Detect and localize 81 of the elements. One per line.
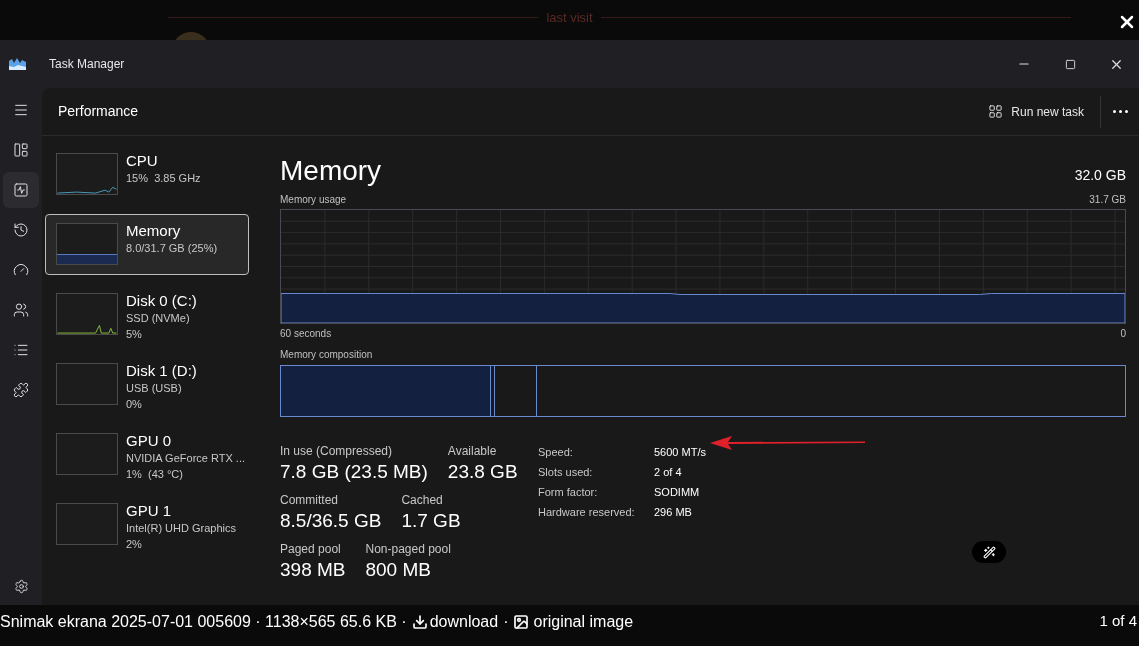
spec-value: 2 of 4 — [654, 464, 682, 480]
device-name: Disk 0 (C:) — [126, 291, 197, 310]
more-icon — [1112, 110, 1128, 113]
stat-value: 398 MB — [280, 558, 346, 582]
grid-icon — [13, 142, 29, 158]
device-detail: SSD (NVMe) — [126, 311, 191, 326]
spec-value: 296 MB — [654, 504, 692, 520]
mini-graph — [56, 503, 118, 545]
spec-value: 5600 MT/s — [654, 444, 706, 460]
device-detail: Intel(R) UHD Graphics — [126, 521, 237, 536]
composition-label: Memory composition — [280, 348, 374, 362]
magic-wand-button[interactable] — [972, 541, 1006, 563]
stat-value: 1.7 GB — [401, 509, 461, 533]
gauge-icon — [13, 262, 29, 278]
mini-graph — [56, 363, 118, 405]
spec-value: SODIMM — [654, 484, 700, 500]
mini-graph — [56, 433, 118, 475]
device-detail: 8.0/31.7 GB (25%) — [126, 241, 218, 256]
separator: · — [503, 612, 509, 632]
stat-label: Non-paged pool — [365, 541, 451, 557]
device-item[interactable]: Memory 8.0/31.7 GB (25%) — [45, 214, 249, 275]
list-icon — [13, 342, 29, 358]
maximize-icon — [1064, 58, 1076, 70]
pulse-icon — [13, 182, 29, 198]
mini-graph — [56, 223, 118, 265]
stat-value: 23.8 GB — [447, 460, 518, 484]
device-detail: 5% — [126, 327, 143, 342]
device-name: Memory — [126, 221, 182, 240]
spec-label: Speed: — [538, 444, 574, 460]
grid-icon — [988, 104, 1004, 119]
graph-label: Memory usage — [280, 193, 347, 207]
download-icon — [411, 614, 428, 630]
app-logo-icon — [9, 58, 26, 70]
spec-label: Hardware reserved: — [538, 504, 636, 520]
device-detail: 0% — [126, 397, 143, 412]
stat-label: Paged pool — [280, 541, 342, 557]
stat-label: Available — [447, 443, 498, 459]
device-detail: NVIDIA GeForce RTX ... — [126, 451, 245, 466]
stat-label: In use (Compressed) — [280, 443, 394, 459]
image-icon — [513, 614, 530, 630]
history-icon — [13, 222, 29, 238]
stat-value: 7.8 GB (23.5 MB) — [280, 460, 428, 484]
device-detail: 2% — [126, 537, 143, 552]
device-item[interactable]: GPU 1 Intel(R) UHD Graphics 2% — [45, 494, 249, 555]
mini-graph — [56, 293, 118, 335]
stat-value: 8.5/36.5 GB — [280, 509, 382, 533]
device-item[interactable]: Disk 0 (C:) SSD (NVMe) 5% — [45, 284, 249, 345]
settings-icon — [13, 578, 29, 594]
graph-max: 31.7 GB — [1089, 193, 1126, 207]
device-detail: 1% (43 °C) — [126, 467, 184, 482]
detail-title: Memory — [280, 154, 382, 188]
page-title: Performance — [58, 102, 139, 121]
mini-graph — [56, 153, 118, 195]
original-image-link[interactable]: original image — [513, 610, 634, 634]
download-link[interactable]: download — [411, 610, 499, 634]
device-name: Disk 1 (D:) — [126, 361, 197, 380]
stat-value: 800 MB — [365, 558, 432, 582]
total-memory: 32.0 GB — [1074, 166, 1126, 185]
time-axis-label: 60 seconds — [280, 327, 332, 341]
menu-icon — [13, 102, 29, 118]
stat-label: Committed — [280, 492, 339, 508]
device-detail: USB (USB) — [126, 381, 183, 396]
device-name: CPU — [126, 151, 159, 170]
window-title: Task Manager — [49, 56, 125, 73]
device-detail: 15% 3.85 GHz — [126, 171, 201, 186]
puzzle-icon — [13, 382, 29, 398]
device-item[interactable]: Disk 1 (D:) USB (USB) 0% — [45, 354, 249, 415]
time-axis-label: 0 — [1120, 327, 1126, 341]
device-item[interactable]: CPU 15% 3.85 GHz — [45, 144, 249, 205]
people-icon — [13, 302, 29, 318]
image-counter: 1 of 4 — [1099, 611, 1137, 631]
device-item[interactable]: GPU 0 NVIDIA GeForce RTX ... 1% (43 °C) — [45, 424, 249, 485]
stat-label: Cached — [401, 492, 444, 508]
device-name: GPU 1 — [126, 501, 172, 520]
performance-nav-button[interactable] — [3, 172, 39, 208]
device-name: GPU 0 — [126, 431, 172, 450]
spec-label: Slots used: — [538, 464, 594, 480]
spec-label: Form factor: — [538, 484, 599, 500]
image-caption: Snimak ekrana 2025-07-01 005609 · 1138×565 65.6 KB · — [0, 612, 407, 632]
magic-wand-icon — [982, 545, 996, 559]
run-new-task-button[interactable]: Run new task — [984, 102, 1088, 121]
